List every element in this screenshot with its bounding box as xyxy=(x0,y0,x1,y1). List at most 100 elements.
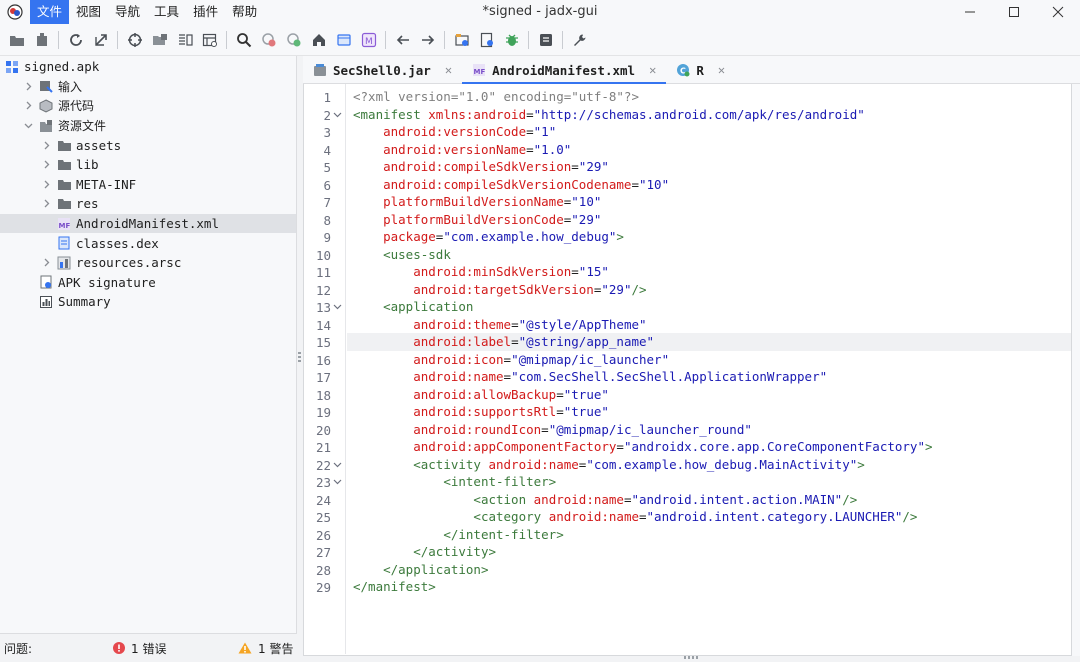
code-line[interactable]: android:targetSdkVersion="29"/> xyxy=(347,281,1071,299)
code-line[interactable]: android:appComponentFactory="androidx.co… xyxy=(347,438,1071,456)
code-line[interactable]: platformBuildVersionName="10" xyxy=(347,193,1071,211)
code-line[interactable]: <?xml version="1.0" encoding="utf-8"?> xyxy=(347,88,1071,106)
flatten-icon[interactable] xyxy=(147,27,172,53)
window-icon[interactable] xyxy=(331,27,356,53)
find-usage-alt-icon[interactable] xyxy=(281,27,306,53)
code-line[interactable]: android:supportsRtl="true" xyxy=(347,403,1071,421)
code-line[interactable]: android:allowBackup="true" xyxy=(347,386,1071,404)
code-line[interactable]: <manifest xmlns:android="http://schemas.… xyxy=(347,106,1071,124)
chevron-right-icon[interactable] xyxy=(40,198,52,210)
tree-item[interactable]: assets xyxy=(0,135,296,155)
bottom-splitter-grip[interactable] xyxy=(684,656,698,659)
tree-item[interactable]: APK signature xyxy=(0,273,296,293)
refresh-icon[interactable] xyxy=(63,27,88,53)
code-line[interactable]: <activity android:name="com.example.how_… xyxy=(347,456,1071,474)
deobf-icon[interactable] xyxy=(449,27,474,53)
code-line[interactable]: <application xyxy=(347,298,1071,316)
menu-view[interactable]: 视图 xyxy=(69,0,108,24)
code-line[interactable]: <category android:name="android.intent.c… xyxy=(347,508,1071,526)
code-line[interactable]: </manifest> xyxy=(347,578,1071,596)
code-line[interactable]: android:versionName="1.0" xyxy=(347,141,1071,159)
menu-plugins[interactable]: 插件 xyxy=(186,0,225,24)
tree-item[interactable]: classes.dex xyxy=(0,233,296,253)
text-search-icon[interactable] xyxy=(172,27,197,53)
back-icon[interactable] xyxy=(390,27,415,53)
mapping-icon[interactable]: M xyxy=(356,27,381,53)
code-line[interactable]: android:theme="@style/AppTheme" xyxy=(347,316,1071,334)
chevron-right-icon[interactable] xyxy=(22,100,34,112)
code-token: = xyxy=(631,176,639,192)
chevron-down-icon[interactable] xyxy=(22,120,34,132)
chevron-right-icon[interactable] xyxy=(40,178,52,190)
tab-secshell-jar[interactable]: SecShell0.jar ✕ xyxy=(303,56,462,84)
code-line[interactable]: android:label="@string/app_name" xyxy=(347,333,1071,351)
sync-icon[interactable] xyxy=(122,27,147,53)
warning-count[interactable]: 1 警告 xyxy=(238,640,293,657)
close-tab-icon[interactable]: ✕ xyxy=(649,63,656,77)
code-line[interactable]: android:roundIcon="@mipmap/ic_launcher_r… xyxy=(347,421,1071,439)
editor-scrollbar[interactable] xyxy=(1072,84,1080,656)
debug-icon[interactable] xyxy=(499,27,524,53)
tab-android-manifest[interactable]: MF AndroidManifest.xml ✕ xyxy=(462,56,667,85)
tree-item[interactable]: 资源文件 xyxy=(0,116,296,136)
code-editor[interactable]: 1 2 3 4 5 6 7 8 9 10 11 12 13 14 15 16 17 18 19 20 21 22 23 24 2… xyxy=(303,84,1072,656)
log-icon[interactable] xyxy=(474,27,499,53)
code-line[interactable]: platformBuildVersionCode="29" xyxy=(347,211,1071,229)
splitter-grip[interactable] xyxy=(298,352,301,364)
tree-item[interactable]: res xyxy=(0,194,296,214)
tree-item[interactable]: Summary xyxy=(0,292,296,312)
code-line[interactable]: android:compileSdkVersion="29" xyxy=(347,158,1071,176)
code-line[interactable]: </activity> xyxy=(347,543,1071,561)
code-line[interactable]: package="com.example.how_debug"> xyxy=(347,228,1071,246)
open-folder-icon[interactable] xyxy=(4,27,29,53)
code-line[interactable]: android:name="com.SecShell.SecShell.Appl… xyxy=(347,368,1071,386)
code-line[interactable]: android:versionCode="1" xyxy=(347,123,1071,141)
summary-icon xyxy=(38,295,54,309)
code-line[interactable]: <intent-filter> xyxy=(347,473,1071,491)
fold-toggle-icon[interactable] xyxy=(333,303,342,314)
chevron-right-icon[interactable] xyxy=(40,139,52,151)
tab-r-class[interactable]: C R ✕ xyxy=(666,56,735,84)
code-token: "android.intent.action.MAIN" xyxy=(631,491,843,507)
preferences-file-icon[interactable] xyxy=(533,27,558,53)
code-line[interactable]: android:minSdkVersion="15" xyxy=(347,263,1071,281)
chevron-right-icon[interactable] xyxy=(22,80,34,92)
chevron-right-icon[interactable] xyxy=(40,159,52,171)
tree-item[interactable]: lib xyxy=(0,155,296,175)
tree-item[interactable]: META-INF xyxy=(0,175,296,195)
code-line[interactable]: android:icon="@mipmap/ic_launcher" xyxy=(347,351,1071,369)
tree-item[interactable]: 输入 xyxy=(0,77,296,97)
find-usage-icon[interactable] xyxy=(256,27,281,53)
tree-item[interactable]: signed.apk xyxy=(0,57,296,77)
chevron-right-icon[interactable] xyxy=(40,257,52,269)
close-tab-icon[interactable]: ✕ xyxy=(718,63,725,77)
export-icon[interactable] xyxy=(29,27,54,53)
class-search-icon[interactable] xyxy=(197,27,222,53)
close-window-button[interactable] xyxy=(1036,0,1080,24)
close-tab-icon[interactable]: ✕ xyxy=(445,63,452,77)
fold-toggle-icon[interactable] xyxy=(333,478,342,489)
maximize-button[interactable] xyxy=(992,0,1036,24)
fold-toggle-icon[interactable] xyxy=(333,111,342,122)
menu-tools[interactable]: 工具 xyxy=(147,0,186,24)
error-count[interactable]: 1 错误 xyxy=(113,640,166,657)
search-icon[interactable] xyxy=(231,27,256,53)
settings-icon[interactable] xyxy=(567,27,592,53)
tree-item[interactable]: MF AndroidManifest.xml xyxy=(0,213,296,234)
goto-icon[interactable] xyxy=(88,27,113,53)
menu-navigation[interactable]: 导航 xyxy=(108,0,147,24)
code-line[interactable]: </application> xyxy=(347,561,1071,579)
home-icon[interactable] xyxy=(306,27,331,53)
code-line[interactable]: <uses-sdk xyxy=(347,246,1071,264)
tree-item[interactable]: resources.arsc xyxy=(0,253,296,273)
code-line[interactable]: <action android:name="android.intent.act… xyxy=(347,491,1071,509)
forward-icon[interactable] xyxy=(415,27,440,53)
minimize-button[interactable] xyxy=(948,0,992,24)
menu-help[interactable]: 帮助 xyxy=(225,0,264,24)
menu-file[interactable]: 文件 xyxy=(30,0,70,24)
fold-toggle-icon[interactable] xyxy=(333,461,342,472)
project-tree[interactable]: signed.apk 输入 源代码 资源文件 assets lib META-INF res M… xyxy=(0,56,297,633)
tree-item[interactable]: 源代码 xyxy=(0,96,296,116)
code-line[interactable]: </intent-filter> xyxy=(347,526,1071,544)
code-line[interactable]: android:compileSdkVersionCodename="10" xyxy=(347,176,1071,194)
